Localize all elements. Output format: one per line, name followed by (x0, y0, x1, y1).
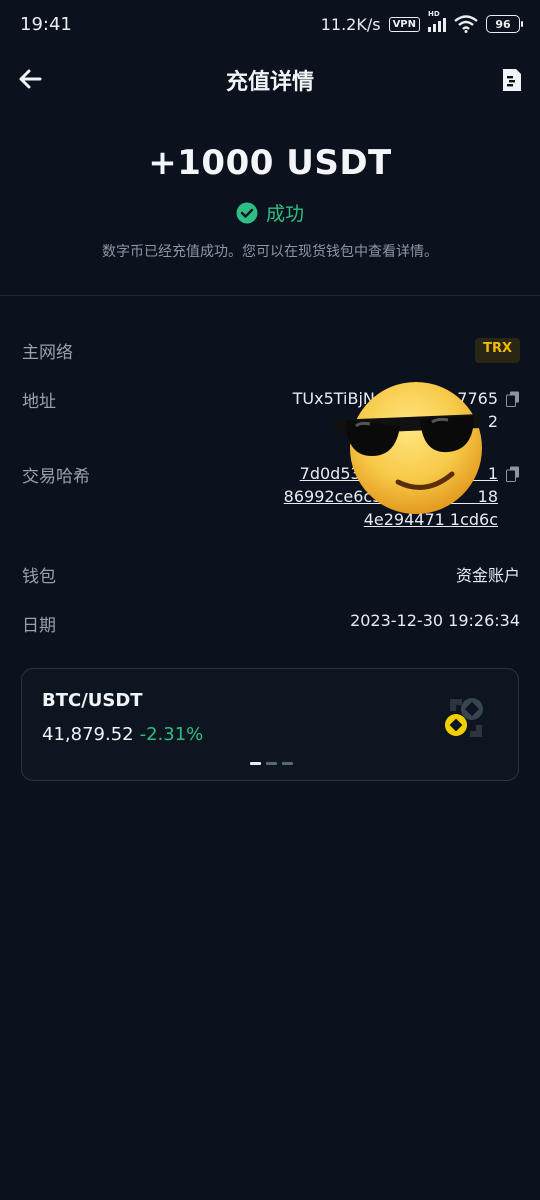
address-label: 地址 (22, 392, 56, 412)
check-circle-icon (236, 202, 258, 223)
battery-icon: 96 (486, 15, 523, 33)
deposit-amount: +1000 USDT (148, 143, 392, 183)
tx-hash-label: 交易哈希 (22, 467, 90, 487)
ticker-price: 41,879.52 (42, 724, 134, 745)
ticker-card[interactable]: BTC/USDT 41,879.52 -2.31% (21, 668, 519, 781)
carousel-dot[interactable] (250, 762, 261, 765)
network-label: 主网络 (22, 343, 73, 363)
date-label: 日期 (22, 616, 56, 636)
wifi-icon (454, 15, 478, 33)
back-arrow-icon[interactable] (16, 65, 44, 93)
network-speed: 11.2K/s (320, 14, 381, 34)
status-time: 19:41 (20, 13, 72, 35)
signal-icon: HD (428, 10, 446, 32)
status-description: 数字币已经充值成功。您可以在现货钱包中查看详情。 (102, 244, 438, 260)
network-badge: TRX (475, 338, 520, 363)
vpn-badge: VPN (388, 16, 420, 32)
copy-hash-icon[interactable] (506, 466, 520, 482)
carousel-dot[interactable] (282, 762, 293, 765)
deposit-status: 成功 (0, 199, 540, 226)
divider (0, 295, 540, 296)
page-title: 充值详情 (225, 70, 314, 95)
date-value: 2023-12-30 19:26:34 (350, 611, 520, 630)
wallet-label: 钱包 (22, 567, 56, 587)
status-indicators: 11.2K/s VPN HD 96 (320, 10, 523, 34)
carousel-dot[interactable] (266, 762, 277, 765)
ticker-change: -2.31% (139, 724, 204, 745)
status-text: 成功 (265, 203, 304, 225)
ticker-price-line: 41,879.52 -2.31% (42, 724, 203, 745)
page-header: 充值详情 (0, 55, 540, 105)
coin-logo-icon (445, 698, 483, 737)
wallet-value: 资金账户 (455, 566, 520, 585)
sunglasses-emoji-sticker (334, 382, 482, 514)
network-row: 主网络 TRX (22, 338, 520, 363)
wallet-row: 钱包 资金账户 (22, 562, 520, 587)
carousel-dots (250, 762, 293, 765)
date-row: 日期 2023-12-30 19:26:34 (22, 611, 520, 636)
copy-address-icon[interactable] (506, 391, 520, 407)
status-bar: 19:41 11.2K/s VPN HD 96 (0, 0, 540, 48)
document-icon[interactable] (500, 67, 524, 93)
ticker-pair: BTC/USDT (42, 690, 143, 711)
